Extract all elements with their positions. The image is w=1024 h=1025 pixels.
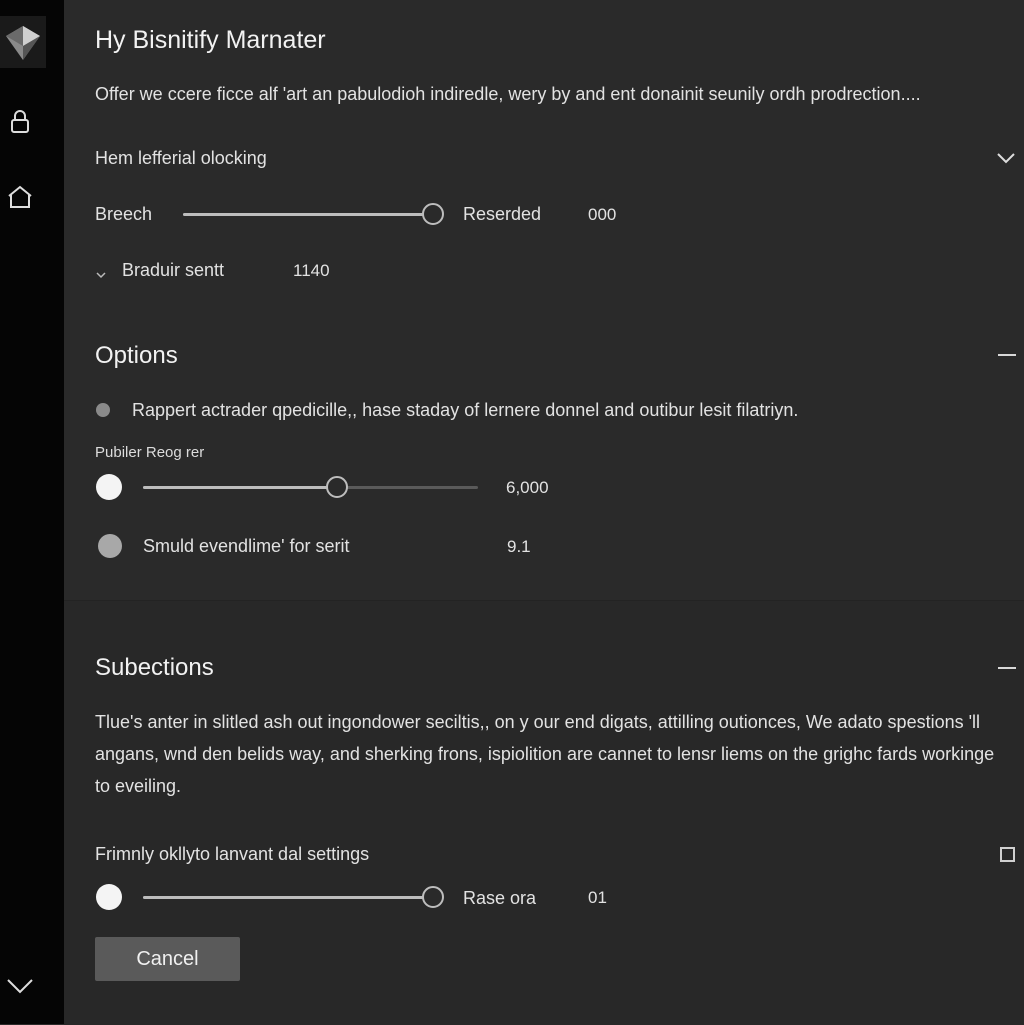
collapse-icon[interactable] <box>998 354 1016 356</box>
bullet-icon <box>96 403 110 417</box>
option-toggle-label: Smuld evendlime' for serit <box>143 536 350 556</box>
options-toggle-dot[interactable] <box>96 474 122 500</box>
options-slider-label: Pubiler Reog rer <box>95 444 205 461</box>
breech-slider-thumb[interactable] <box>422 203 444 225</box>
home-icon[interactable] <box>6 183 34 211</box>
chevron-down-icon[interactable] <box>996 150 1016 166</box>
options-slider-value: 6,000 <box>506 478 549 497</box>
options-bullet-text: Rappert actrader qpedicille,, hase stada… <box>132 400 799 420</box>
breech-status: Reserded <box>463 204 542 224</box>
option-toggle-value: 9.1 <box>507 537 531 556</box>
breech-slider-fill <box>183 213 433 216</box>
option-radio[interactable] <box>98 534 122 558</box>
setting-value: 01 <box>588 888 607 907</box>
setting-checkbox[interactable] <box>1000 847 1015 862</box>
subsections-paragraph: Tlue's anter in slitled ash out ingondow… <box>95 712 995 796</box>
breech-label: Breech <box>95 204 153 224</box>
options-heading: Options <box>95 342 178 369</box>
dropdown-label[interactable]: Hem lefferial olocking <box>95 148 267 169</box>
page-title: Hy Bisnitify Marnater <box>95 26 326 54</box>
collapse-icon[interactable] <box>998 667 1016 669</box>
subitem-value: 1140 <box>293 261 330 280</box>
chevron-down-icon[interactable] <box>6 972 34 1000</box>
breech-slider[interactable] <box>183 213 433 216</box>
setting-slider-thumb[interactable] <box>422 886 444 908</box>
sidebar <box>0 0 64 1024</box>
chevron-down-icon[interactable] <box>96 266 106 279</box>
cancel-button[interactable]: Cancel <box>95 937 240 981</box>
breech-value: 000 <box>588 205 617 224</box>
options-slider-fill <box>143 486 338 489</box>
options-slider[interactable] <box>143 486 478 489</box>
setting-slider[interactable] <box>143 896 433 899</box>
subitem-label: Braduir sentt <box>122 260 225 280</box>
setting-slider-fill <box>143 896 433 899</box>
lock-icon[interactable] <box>6 108 34 136</box>
subsections-heading: Subections <box>95 654 214 681</box>
setting-status: Rase ora <box>463 888 537 908</box>
app-logo[interactable] <box>0 16 46 68</box>
setting-toggle-dot[interactable] <box>96 884 122 910</box>
page-description: Offer we ccere ficce alf 'art an pabulod… <box>95 84 921 104</box>
setting-label: Frimnly okllyto lanvant dal settings <box>95 844 370 864</box>
